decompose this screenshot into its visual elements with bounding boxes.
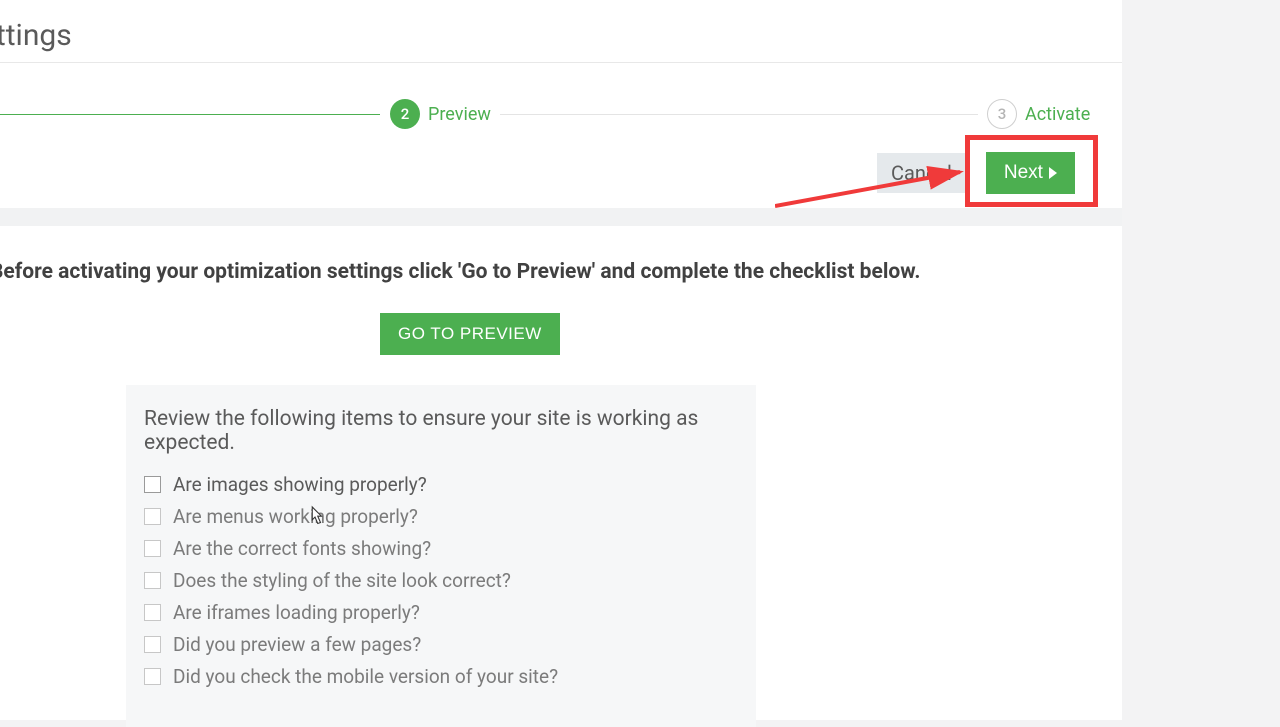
- step-2-label: Preview: [428, 104, 491, 125]
- checkbox-icon[interactable]: [144, 476, 161, 493]
- checklist-item-label: Did you check the mobile version of your…: [173, 665, 558, 688]
- step-activate[interactable]: 3 Activate: [987, 99, 1090, 129]
- checklist-item[interactable]: Does the styling of the site look correc…: [144, 569, 738, 592]
- go-to-preview-button[interactable]: GO TO PREVIEW: [380, 313, 560, 355]
- checklist-item-label: Did you preview a few pages?: [173, 633, 421, 656]
- wizard-stepper: 2 Preview 3 Activate: [0, 97, 1122, 133]
- next-button-label: Next: [1004, 162, 1043, 184]
- step-3-label: Activate: [1025, 104, 1090, 125]
- stepper-line-pending: [500, 114, 978, 115]
- checklist-item-label: Does the styling of the site look correc…: [173, 569, 511, 592]
- step-preview[interactable]: 2 Preview: [390, 99, 491, 129]
- review-title: Review the following items to ensure you…: [144, 407, 738, 455]
- settings-panel: ettings 2 Preview 3 Activate Cancel Next…: [0, 0, 1122, 720]
- checklist-item[interactable]: Did you check the mobile version of your…: [144, 665, 738, 688]
- checklist-item-label: Are the correct fonts showing?: [173, 537, 431, 560]
- checklist-item[interactable]: Are the correct fonts showing?: [144, 537, 738, 560]
- review-checklist: Are images showing properly? Are menus w…: [144, 473, 738, 688]
- cancel-button[interactable]: Cancel: [877, 153, 966, 193]
- checklist-item[interactable]: Did you preview a few pages?: [144, 633, 738, 656]
- header-divider: [0, 62, 1122, 63]
- checklist-item-label: Are images showing properly?: [173, 473, 427, 496]
- checkbox-icon[interactable]: [144, 668, 161, 685]
- step-3-circle: 3: [987, 99, 1017, 129]
- checkbox-icon[interactable]: [144, 604, 161, 621]
- checklist-item-label: Are menus working properly?: [173, 505, 418, 528]
- page-title: ettings: [0, 18, 72, 53]
- checkbox-icon[interactable]: [144, 636, 161, 653]
- next-button[interactable]: Next: [986, 152, 1075, 194]
- checklist-item[interactable]: Are images showing properly?: [144, 473, 738, 496]
- checklist-item[interactable]: Are iframes loading properly?: [144, 601, 738, 624]
- review-checklist-box: Review the following items to ensure you…: [126, 385, 756, 727]
- caret-right-icon: [1049, 167, 1057, 179]
- checklist-item-label: Are iframes loading properly?: [173, 601, 420, 624]
- instruction-text: Before activating your optimization sett…: [0, 260, 920, 284]
- stepper-line-completed: [0, 114, 380, 115]
- section-divider: [0, 208, 1122, 226]
- step-2-circle: 2: [390, 99, 420, 129]
- checkbox-icon[interactable]: [144, 572, 161, 589]
- checklist-item[interactable]: Are menus working properly?: [144, 505, 738, 528]
- checkbox-icon[interactable]: [144, 508, 161, 525]
- checkbox-icon[interactable]: [144, 540, 161, 557]
- action-bar: Cancel Next: [877, 152, 1075, 194]
